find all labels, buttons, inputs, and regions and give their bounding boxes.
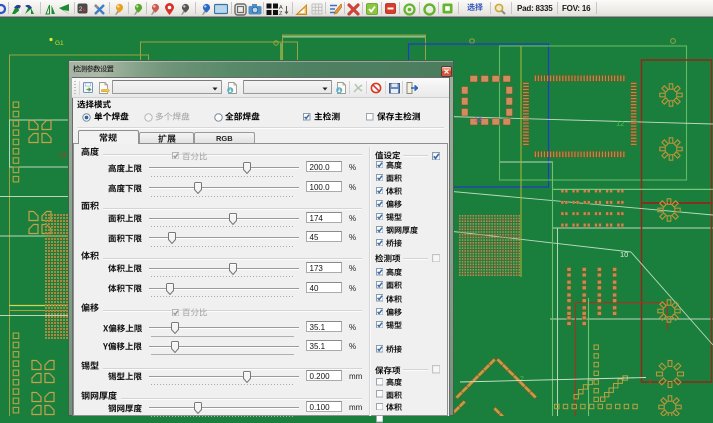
svg-text:1: 1	[648, 378, 652, 385]
svg-text:13: 13	[474, 115, 482, 124]
svg-text:Z: Z	[279, 11, 283, 16]
svg-text:12: 12	[616, 119, 624, 128]
svg-text:10: 10	[620, 250, 628, 259]
svg-text:G1: G1	[55, 40, 64, 47]
svg-text:2: 2	[520, 376, 524, 383]
svg-text:13: 13	[59, 152, 67, 159]
